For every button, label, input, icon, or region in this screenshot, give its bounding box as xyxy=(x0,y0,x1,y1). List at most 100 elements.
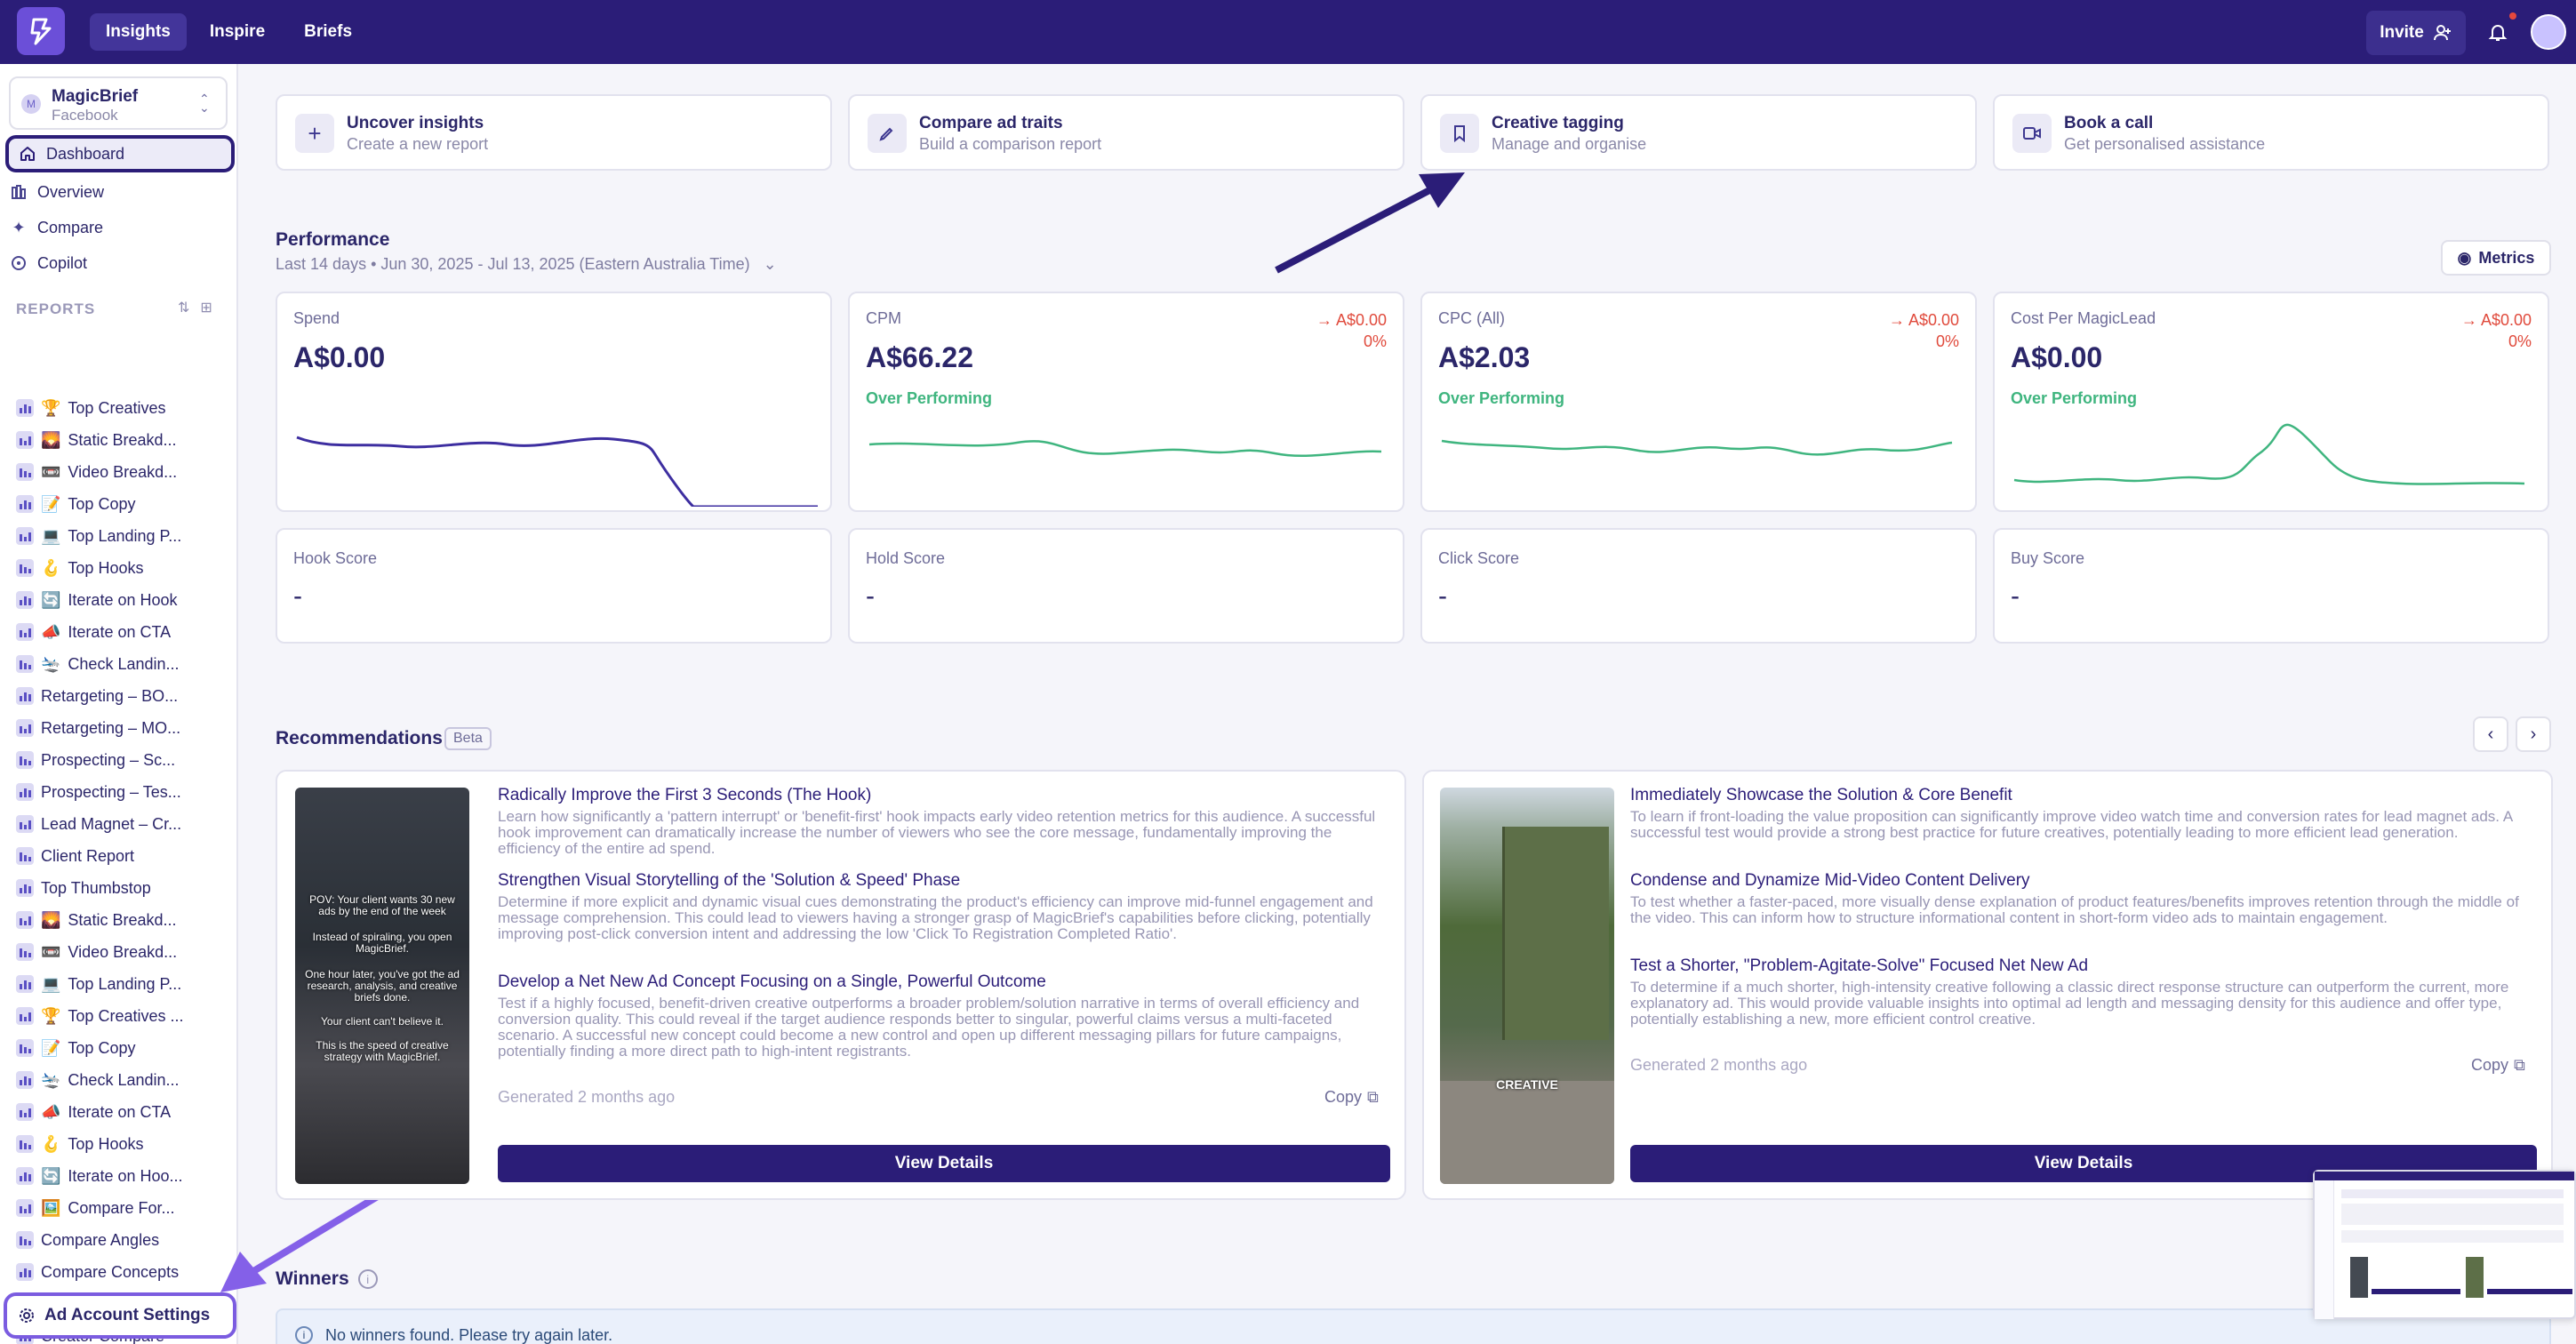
date-range-selector[interactable]: Last 14 days • Jun 30, 2025 - Jul 13, 20… xyxy=(276,255,777,274)
report-chart-icon xyxy=(16,1103,34,1121)
recommendation-title[interactable]: Test a Shorter, "Problem-Agitate-Solve" … xyxy=(1630,956,2533,976)
chevron-up-down-icon: ⌃ ⌄ xyxy=(199,92,210,115)
quick-action-creative-tagging[interactable]: Creative tagging Manage and organise xyxy=(1420,94,1977,171)
score-label: Buy Score xyxy=(2011,549,2085,567)
ad-thumbnail[interactable]: CREATIVE xyxy=(1440,788,1614,1184)
sidebar-report-item[interactable]: 📣 Iterate on CTA xyxy=(16,1099,171,1125)
generated-timestamp: Generated 2 months ago xyxy=(498,1088,676,1106)
metric-delta: → A$0.00 0% xyxy=(1316,309,1387,352)
delta-percent: 0% xyxy=(1363,332,1387,350)
sidebar-report-item[interactable]: 🔄 Iterate on Hook xyxy=(16,587,178,613)
report-chart-icon xyxy=(16,1039,34,1057)
metric-card-cpc[interactable]: CPC (All) → A$0.00 0% A$2.03 Over Perform… xyxy=(1420,292,1977,512)
nav-inspire[interactable]: Inspire xyxy=(194,13,281,51)
prev-page-button[interactable]: ‹ xyxy=(2473,716,2508,752)
recommendation-title[interactable]: Strengthen Visual Storytelling of the 'S… xyxy=(498,871,1387,891)
metric-label: CPC (All) xyxy=(1438,309,1505,327)
sidebar-report-item[interactable]: Prospecting – Sc... xyxy=(16,747,175,773)
performance-status: Over Performing xyxy=(1438,389,1565,407)
new-folder-icon[interactable]: ⊞ xyxy=(200,299,212,316)
sidebar-report-item[interactable]: 🛬 Check Landin... xyxy=(16,1067,180,1093)
sidebar-item-dashboard[interactable]: Dashboard xyxy=(5,135,235,172)
next-page-button[interactable]: › xyxy=(2516,716,2551,752)
report-emoji-icon: 📝 xyxy=(41,1038,61,1057)
recommendation-title[interactable]: Immediately Showcase the Solution & Core… xyxy=(1630,786,2533,805)
report-chart-icon xyxy=(16,1167,34,1185)
sidebar-item-copilot[interactable]: Copilot xyxy=(9,247,87,279)
report-chart-icon xyxy=(16,463,34,481)
sidebar-report-item[interactable]: Compare Concepts xyxy=(16,1259,179,1285)
sidebar-report-item[interactable]: 🖼️ Compare For... xyxy=(16,1195,174,1221)
recommendation-title[interactable]: Develop a Net New Ad Concept Focusing on… xyxy=(498,972,1387,992)
sidebar-item-compare[interactable]: ✦ Compare xyxy=(9,212,103,244)
sidebar-item-label: Compare xyxy=(37,218,104,236)
ad-account-settings-button[interactable]: Ad Account Settings xyxy=(4,1292,236,1339)
quick-action-book-a-call[interactable]: Book a call Get personalised assistance xyxy=(1993,94,2549,171)
sidebar-report-item[interactable]: Top Thumbstop xyxy=(16,875,151,901)
sidebar-report-item[interactable]: Compare Angles xyxy=(16,1227,159,1253)
preview-thumb-right xyxy=(2466,1257,2484,1298)
account-switcher[interactable]: M MagicBrief Facebook ⌃ ⌄ xyxy=(9,76,228,130)
info-icon[interactable]: i xyxy=(357,1269,378,1289)
user-avatar[interactable] xyxy=(2531,14,2566,50)
score-card-hook[interactable]: Hook Score - xyxy=(276,528,832,644)
nav-insights[interactable]: Insights xyxy=(90,13,187,51)
sidebar-report-item[interactable]: Lead Magnet – Cr... xyxy=(16,811,181,837)
recommendation-title[interactable]: Condense and Dynamize Mid-Video Content … xyxy=(1630,871,2533,891)
recommendation-item: Strengthen Visual Storytelling of the 'S… xyxy=(498,871,1387,942)
sidebar-report-item[interactable]: 🔄 Iterate on Hoo... xyxy=(16,1163,183,1189)
screenshot-preview-thumbnail[interactable] xyxy=(2313,1170,2576,1319)
sidebar-report-item[interactable]: Retargeting – BO... xyxy=(16,683,178,709)
sidebar-report-item[interactable]: 🌄 Static Breakd... xyxy=(16,907,176,933)
sidebar-report-item[interactable]: 🏆 Top Creatives xyxy=(16,395,165,421)
sidebar-report-item[interactable]: 💻 Top Landing P... xyxy=(16,523,181,549)
sidebar-report-item[interactable]: 🏆 Top Creatives ... xyxy=(16,1003,183,1029)
report-emoji-icon: 📼 xyxy=(41,942,61,961)
date-range-label: Last 14 days • Jun 30, 2025 - Jul 13, 20… xyxy=(276,255,750,273)
recommendation-title[interactable]: Radically Improve the First 3 Seconds (T… xyxy=(498,786,1387,805)
sidebar-report-item[interactable]: 🛬 Check Landin... xyxy=(16,651,180,677)
metric-label: CPM xyxy=(866,309,901,327)
metric-card-spend[interactable]: Spend A$0.00 xyxy=(276,292,832,512)
report-label: Top Creatives xyxy=(68,398,166,417)
report-emoji-icon: 🛬 xyxy=(41,654,61,673)
performance-title: Performance xyxy=(276,229,390,250)
sort-icon[interactable]: ⇅ xyxy=(178,299,189,316)
report-chart-icon xyxy=(16,1231,34,1249)
sidebar-report-item[interactable]: 💻 Top Landing P... xyxy=(16,971,181,997)
sidebar-report-item[interactable]: 📝 Top Copy xyxy=(16,1035,135,1061)
notifications-button[interactable] xyxy=(2482,16,2514,48)
copy-button[interactable]: Copy ⧉ xyxy=(1324,1088,1379,1107)
account-platform: Facebook xyxy=(52,107,118,124)
magicbrief-logo[interactable] xyxy=(17,7,65,55)
sidebar-report-item[interactable]: 🪝 Top Hooks xyxy=(16,555,143,581)
sidebar-report-item[interactable]: Retargeting – MO... xyxy=(16,715,180,741)
copy-button[interactable]: Copy ⧉ xyxy=(2471,1056,2525,1075)
add-user-icon xyxy=(2433,25,2451,41)
preview-scores xyxy=(2341,1230,2564,1243)
view-details-button[interactable]: View Details xyxy=(498,1145,1390,1182)
sidebar-report-item[interactable]: 📝 Top Copy xyxy=(16,491,135,517)
nav-briefs[interactable]: Briefs xyxy=(288,13,368,51)
report-label: Top Creatives ... xyxy=(68,1006,184,1025)
quick-action-uncover-insights[interactable]: + Uncover insights Create a new report xyxy=(276,94,832,171)
sidebar-report-item[interactable]: Prospecting – Tes... xyxy=(16,779,181,805)
ad-thumbnail[interactable]: POV: Your client wants 30 new ads by the… xyxy=(295,788,469,1184)
generated-timestamp: Generated 2 months ago xyxy=(1630,1056,1808,1074)
sidebar-item-overview[interactable]: Overview xyxy=(9,176,104,208)
score-card-buy[interactable]: Buy Score - xyxy=(1993,528,2549,644)
sidebar-report-item[interactable]: 🌄 Static Breakd... xyxy=(16,427,176,453)
sidebar-report-item[interactable]: 📼 Video Breakd... xyxy=(16,459,177,485)
score-card-hold[interactable]: Hold Score - xyxy=(848,528,1404,644)
sidebar-report-item[interactable]: 📼 Video Breakd... xyxy=(16,939,177,965)
metric-card-cost-per-magiclead[interactable]: Cost Per MagicLead → A$0.00 0% A$0.00 Ove… xyxy=(1993,292,2549,512)
sidebar-report-item[interactable]: 📣 Iterate on CTA xyxy=(16,619,171,645)
report-emoji-icon: 📼 xyxy=(41,462,61,481)
recommendation-body: Test if a highly focused, benefit-driven… xyxy=(498,995,1360,1060)
score-card-click[interactable]: Click Score - xyxy=(1420,528,1977,644)
metrics-button[interactable]: ◉ Metrics xyxy=(2441,240,2551,276)
sidebar-report-item[interactable]: 🪝 Top Hooks xyxy=(16,1131,143,1157)
invite-button[interactable]: Invite xyxy=(2366,11,2466,55)
sidebar-report-item[interactable]: Client Report xyxy=(16,843,134,869)
metric-card-cpm[interactable]: CPM → A$0.00 0% A$66.22 Over Performing xyxy=(848,292,1404,512)
